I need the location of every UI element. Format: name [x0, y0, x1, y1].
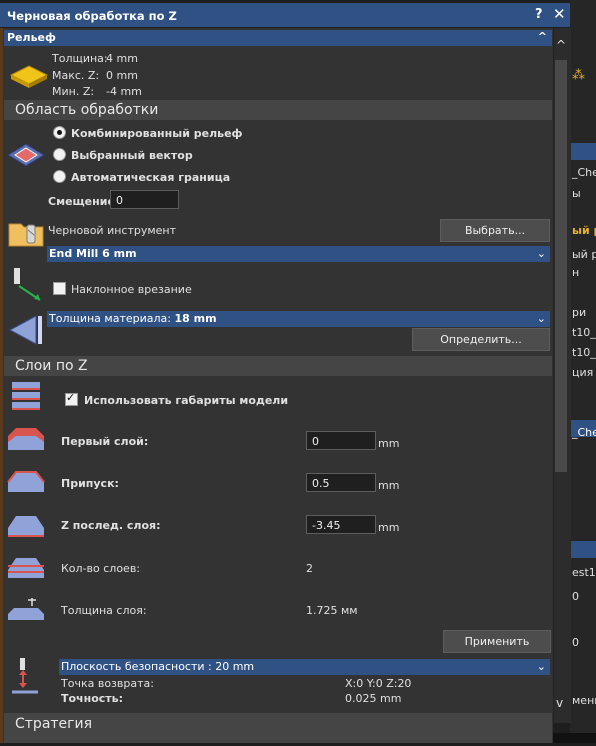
layer-thickness-icon: [8, 598, 44, 620]
bg-text: 0: [572, 590, 579, 603]
section-title: Область обработки: [15, 102, 159, 118]
radio-label: Автоматическая граница: [71, 171, 231, 184]
section-header-z-layers[interactable]: Слои по Z: [4, 356, 552, 376]
precision-label: Точность:: [61, 692, 124, 705]
material-label: Толщина материала: 18 mm: [49, 312, 217, 325]
radio-label: Выбранный вектор: [71, 149, 193, 162]
bg-gizmo-icon: ⁂: [572, 68, 585, 83]
relief-maxz-value: 0 mm: [106, 69, 138, 82]
chevron-down-icon: ⌄: [536, 312, 546, 325]
scroll-down-arrow-icon[interactable]: v: [556, 696, 563, 710]
folder-tool-icon: [8, 223, 44, 247]
close-button[interactable]: ✕: [553, 5, 566, 23]
offset-field[interactable]: 0: [110, 190, 179, 209]
ramp-icon: [14, 268, 41, 301]
relief-maxz-label: Макс. Z:: [52, 69, 100, 82]
bg-text: _Che: [572, 166, 596, 179]
offset-label: Смещение: [48, 195, 115, 208]
return-point-value: X:0 Y:0 Z:20: [345, 677, 412, 690]
section-header-area[interactable]: Область обработки: [4, 100, 552, 120]
layer-count-value: 2: [306, 562, 313, 575]
section-header-relief[interactable]: Рельеф ^: [4, 30, 552, 46]
bg-text: 0: [572, 636, 579, 649]
last-layer-icon: [8, 516, 44, 537]
bg-text: ы: [572, 187, 581, 200]
bg-text: ри: [572, 306, 587, 319]
tool-dropdown[interactable]: End Mill 6 mm ⌄: [47, 246, 550, 262]
chevron-down-icon: ⌄: [536, 660, 546, 673]
first-layer-icon: [8, 428, 44, 450]
select-tool-button[interactable]: Выбрать...: [440, 219, 550, 242]
background-app-right-panel: ⁂ _Che ы ый ре ый рел н ри t10_U t10_U ц…: [570, 0, 596, 743]
layer-thickness-label: Толщина слоя:: [61, 604, 147, 617]
layer-count-label: Кол-во слоев:: [61, 562, 141, 575]
first-layer-label: Первый слой:: [61, 435, 149, 448]
help-button[interactable]: ?: [535, 7, 543, 22]
allowance-unit: mm: [378, 479, 400, 492]
last-layer-z-label: Z послед. слоя:: [61, 519, 161, 532]
ramp-label: Наклонное врезание: [71, 283, 192, 296]
allowance-field[interactable]: 0.5: [306, 473, 376, 492]
material-thickness-label: Толщина материала:: [49, 312, 175, 325]
use-model-bounds-label: Использовать габариты модели: [84, 394, 289, 407]
material-thickness-dropdown[interactable]: Толщина материала: 18 mm ⌄: [47, 311, 550, 327]
rough-tool-label: Черновой инструмент: [48, 224, 177, 237]
tool-name: End Mill 6 mm: [49, 247, 137, 260]
collapse-icon[interactable]: ^: [538, 30, 547, 43]
section-header-strategy[interactable]: Стратегия: [4, 713, 552, 743]
bg-text: t10_U: [572, 326, 596, 339]
ramp-checkbox[interactable]: [53, 282, 66, 295]
bg-blue-bar: [570, 541, 596, 558]
material-thickness-icon: [8, 315, 42, 345]
relief-thickness-label: Толщина:: [52, 52, 108, 65]
layer-count-icon: [8, 558, 44, 578]
define-button[interactable]: Определить...: [412, 328, 550, 351]
layer-thickness-value: 1.725 мм: [306, 604, 358, 617]
relief-thickness-value: 4 mm: [106, 52, 138, 65]
material-thickness-value: 18 mm: [174, 312, 217, 325]
chevron-down-icon: ⌄: [536, 247, 546, 260]
bg-text: н: [572, 266, 580, 279]
allowance-icon: [7, 471, 45, 492]
first-layer-unit: mm: [378, 437, 400, 450]
section-title: Рельеф: [7, 31, 56, 44]
safe-z-icon: [12, 658, 38, 694]
area-icon: [7, 143, 45, 167]
precision-value: 0.025 mm: [345, 692, 402, 705]
layers-icon: [12, 382, 40, 410]
radio-label: Комбинированный рельеф: [71, 127, 243, 140]
bg-text: est10_: [572, 566, 596, 579]
bg-text: _Che: [572, 426, 596, 439]
first-layer-field[interactable]: 0: [306, 431, 376, 450]
radio-combined-relief[interactable]: [53, 126, 66, 139]
allowance-label: Припуск:: [61, 477, 119, 490]
safe-z-dropdown[interactable]: Плоскость безопасности : 20 mm ⌄: [59, 659, 550, 675]
return-point-label: Точка возврата:: [61, 677, 154, 690]
section-title: Слои по Z: [15, 358, 88, 374]
bg-text: ый ре: [572, 224, 596, 237]
relief-minz-value: -4 mm: [106, 85, 142, 98]
bg-blue-bar: [570, 143, 596, 160]
radio-selected-vector[interactable]: [53, 148, 66, 161]
window-title: Черновая обработка по Z: [7, 9, 177, 23]
relief-icon: [9, 65, 49, 88]
last-layer-z-field[interactable]: -3.45: [306, 515, 376, 534]
last-layer-z-unit: mm: [378, 521, 400, 534]
bg-text: менить: [572, 694, 596, 707]
apply-button[interactable]: Применить: [443, 630, 551, 653]
bg-text: t10_U: [572, 346, 596, 359]
scroll-up-arrow-icon[interactable]: ^: [556, 38, 566, 52]
bg-text: ый рел: [572, 248, 596, 261]
use-model-bounds-checkbox[interactable]: [65, 391, 78, 406]
relief-minz-label: Мин. Z:: [52, 85, 95, 98]
scrollbar-thumb[interactable]: [555, 60, 567, 472]
safe-z-label: Плоскость безопасности : 20 mm: [61, 660, 255, 673]
bg-text: ция: [572, 366, 594, 379]
section-title: Стратегия: [15, 716, 93, 732]
radio-auto-boundary[interactable]: [53, 170, 66, 183]
